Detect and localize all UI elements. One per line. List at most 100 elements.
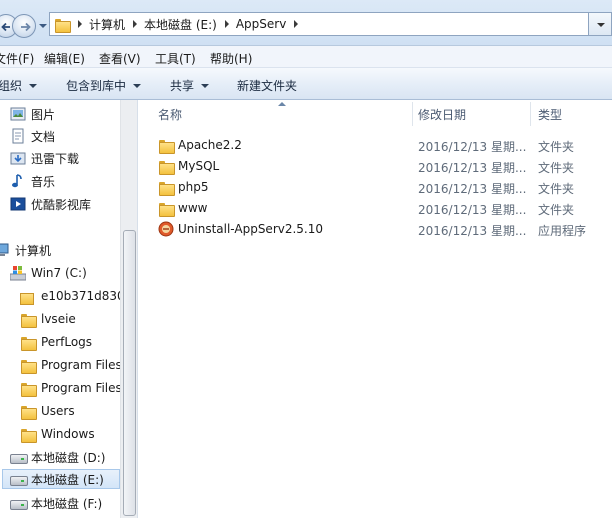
file-type: 文件夹: [538, 161, 575, 175]
column-header-name[interactable]: 名称: [158, 100, 412, 128]
breadcrumb-computer[interactable]: 计算机: [89, 16, 125, 33]
nav-label: 音乐: [31, 174, 56, 189]
file-name: MySQL: [178, 159, 220, 173]
column-header-type[interactable]: 类型: [538, 100, 612, 128]
nav-label: 本地磁盘 (D:): [31, 450, 106, 465]
drive-icon: [10, 471, 28, 487]
organize-label: 组织: [0, 79, 23, 93]
recent-pages-chevron-icon[interactable]: [39, 24, 47, 28]
uninstaller-icon: [158, 221, 174, 237]
nav-item-drive-e[interactable]: 本地磁盘 (E:): [2, 469, 120, 489]
file-list[interactable]: 名称 修改日期 类型 Apache2.2 2016/12/13 星期... 文件…: [138, 100, 612, 518]
folder-icon: [158, 158, 175, 175]
nav-label: Program Files: [41, 358, 122, 372]
column-header-date[interactable]: 修改日期: [418, 100, 532, 128]
nav-item-win7-drive[interactable]: Win7 (C:): [9, 263, 87, 283]
breadcrumb-separator-icon[interactable]: [78, 20, 82, 28]
file-name: www: [178, 201, 208, 215]
column-header-label: 类型: [538, 107, 563, 122]
breadcrumb-separator-icon[interactable]: [133, 20, 138, 28]
breadcrumb-drive-e[interactable]: 本地磁盘 (E:): [144, 16, 217, 33]
file-type: 文件夹: [538, 140, 575, 154]
nav-item-drive-d[interactable]: 本地磁盘 (D:): [10, 447, 105, 467]
table-row[interactable]: Apache2.2 2016/12/13 星期... 文件夹: [154, 134, 612, 155]
folder-icon: [20, 334, 37, 351]
column-divider[interactable]: [412, 102, 413, 126]
forward-arrow-icon: [21, 22, 31, 32]
organize-button[interactable]: 组织: [0, 77, 38, 94]
command-bar: 组织 包含到库中 共享 新建文件夹: [0, 68, 612, 100]
pictures-icon: [10, 106, 26, 122]
nav-label: 本地磁盘 (F:): [31, 496, 103, 511]
navigation-pane[interactable]: 图片 文档 迅雷下载 音乐 优酷影视库 计算机 Win7 (C:) e10b37…: [0, 100, 138, 518]
share-label: 共享: [170, 79, 195, 93]
nav-item-folder-users[interactable]: Users: [20, 401, 75, 421]
table-row[interactable]: php5 2016/12/13 星期... 文件夹: [154, 176, 612, 197]
chevron-down-icon: [29, 83, 38, 88]
nav-item-drive-f[interactable]: 本地磁盘 (F:): [10, 493, 102, 513]
forward-button[interactable]: [12, 14, 36, 38]
file-type: 文件夹: [538, 182, 575, 196]
nav-label: Win7 (C:): [31, 266, 87, 280]
chevron-down-icon: [201, 83, 210, 88]
address-bar[interactable]: 计算机 本地磁盘 (E:) AppServ: [49, 12, 589, 36]
folder-icon: [158, 137, 175, 154]
share-button[interactable]: 共享: [170, 77, 210, 94]
column-divider[interactable]: [530, 102, 531, 126]
folder-icon: [20, 311, 37, 328]
breadcrumb-appserv[interactable]: AppServ: [236, 17, 286, 31]
nav-label: Program Files: [41, 381, 122, 395]
file-date: 2016/12/13 星期...: [418, 203, 527, 217]
nav-label: PerfLogs: [41, 335, 93, 349]
nav-label: 本地磁盘 (E:): [31, 472, 104, 487]
address-toolbar: 计算机 本地磁盘 (E:) AppServ: [0, 0, 612, 46]
file-date: 2016/12/13 星期...: [418, 182, 527, 196]
nav-item-pictures[interactable]: 图片: [10, 104, 55, 124]
menu-tools[interactable]: 工具(T): [155, 50, 196, 67]
menu-view[interactable]: 查看(V): [99, 50, 141, 67]
folder-icon: [20, 403, 37, 420]
nav-label: 迅雷下载: [31, 151, 80, 166]
file-type: 文件夹: [538, 203, 575, 217]
nav-item-folder-program-files-x86[interactable]: Program Files: [20, 378, 122, 398]
column-header-label: 修改日期: [418, 107, 467, 122]
nav-label: 图片: [31, 107, 56, 122]
nav-item-xunlei-downloads[interactable]: 迅雷下载: [10, 148, 79, 168]
breadcrumb-separator-icon[interactable]: [294, 20, 299, 28]
download-folder-icon: [10, 150, 26, 166]
nav-item-folder-windows[interactable]: Windows: [20, 424, 95, 444]
table-row[interactable]: www 2016/12/13 星期... 文件夹: [154, 197, 612, 218]
nav-item-folder-program-files[interactable]: Program Files: [20, 355, 122, 375]
breadcrumb-separator-icon[interactable]: [224, 20, 229, 28]
nav-item-computer[interactable]: 计算机: [0, 240, 51, 260]
menu-help[interactable]: 帮助(H): [210, 50, 252, 67]
nav-item-music[interactable]: 音乐: [10, 171, 55, 191]
nav-item-folder-perflogs[interactable]: PerfLogs: [20, 332, 92, 352]
column-header-label: 名称: [158, 107, 183, 122]
nav-item-youku-library[interactable]: 优酷影视库: [10, 194, 91, 214]
file-date: 2016/12/13 星期...: [418, 161, 527, 175]
nav-item-folder-lvseie[interactable]: lvseie: [20, 309, 76, 329]
include-in-library-button[interactable]: 包含到库中: [66, 77, 142, 94]
menu-edit[interactable]: 编辑(E): [44, 50, 85, 67]
file-date: 2016/12/13 星期...: [418, 140, 527, 154]
folder-icon: [20, 426, 37, 443]
navigation-scrollbar[interactable]: [120, 100, 137, 518]
folder-icon: [20, 380, 37, 397]
address-history-dropdown[interactable]: [589, 12, 612, 36]
nav-label: e10b371d830: [41, 289, 125, 303]
computer-icon: [0, 242, 10, 258]
nav-label: Windows: [41, 427, 95, 441]
lock-icon: [26, 295, 33, 302]
folder-icon: [158, 179, 175, 196]
file-type: 应用程序: [538, 224, 587, 238]
nav-item-folder-e10b371d830[interactable]: e10b371d830: [20, 286, 125, 306]
scrollbar-thumb[interactable]: [123, 230, 136, 516]
nav-item-documents[interactable]: 文档: [10, 126, 55, 146]
new-folder-button[interactable]: 新建文件夹: [237, 77, 297, 94]
menu-file[interactable]: 文件(F): [0, 50, 34, 67]
table-row[interactable]: MySQL 2016/12/13 星期... 文件夹: [154, 155, 612, 176]
table-row[interactable]: Uninstall-AppServ2.5.10 2016/12/13 星期...…: [154, 218, 612, 239]
nav-label: 文档: [31, 129, 56, 144]
documents-icon: [10, 128, 26, 144]
